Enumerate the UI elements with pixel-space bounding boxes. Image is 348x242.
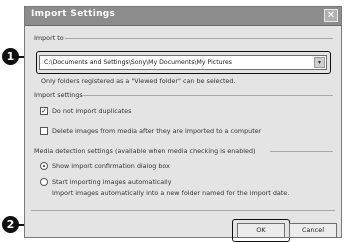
import-to-separator (65, 38, 333, 39)
import-to-label: Import to (34, 34, 64, 42)
show-import-dialog-radio[interactable] (40, 162, 48, 170)
callout-1-highlight (36, 51, 331, 74)
dialog-titlebar: Import Settings ✕ (25, 7, 341, 26)
cancel-button[interactable]: Cancel (289, 223, 337, 238)
do-not-import-duplicates-checkbox[interactable]: ✓ (40, 107, 48, 115)
show-import-dialog-label[interactable]: Show import confirmation dialog box (52, 162, 170, 170)
delete-images-checkbox[interactable] (40, 127, 48, 135)
start-auto-import-note: Import images automatically into a new f… (52, 189, 290, 197)
start-auto-import-label[interactable]: Start importing images automatically (52, 178, 172, 186)
footer-separator (31, 210, 335, 211)
import-settings-separator (83, 95, 333, 96)
callout-1-marker: 1 (2, 48, 19, 65)
close-icon: ✕ (326, 10, 336, 21)
media-detection-label: Media detection settings (available when… (34, 147, 256, 155)
callout-2-marker: 2 (2, 216, 19, 233)
checkmark-icon: ✓ (41, 107, 47, 115)
import-to-note: Only folders registered as a "Viewed fol… (41, 77, 236, 85)
import-settings-dialog: Import Settings ✕ Import to C:\Documents… (24, 6, 342, 242)
do-not-import-duplicates-label[interactable]: Do not import duplicates (52, 107, 131, 115)
media-detection-separator (270, 151, 333, 152)
dialog-title: Import Settings (31, 9, 116, 19)
import-settings-label: Import settings (34, 91, 83, 99)
delete-images-label[interactable]: Delete images from media after they are … (52, 127, 261, 135)
start-auto-import-radio[interactable] (40, 178, 48, 186)
callout-2-highlight (232, 219, 290, 242)
close-button[interactable]: ✕ (324, 9, 338, 22)
